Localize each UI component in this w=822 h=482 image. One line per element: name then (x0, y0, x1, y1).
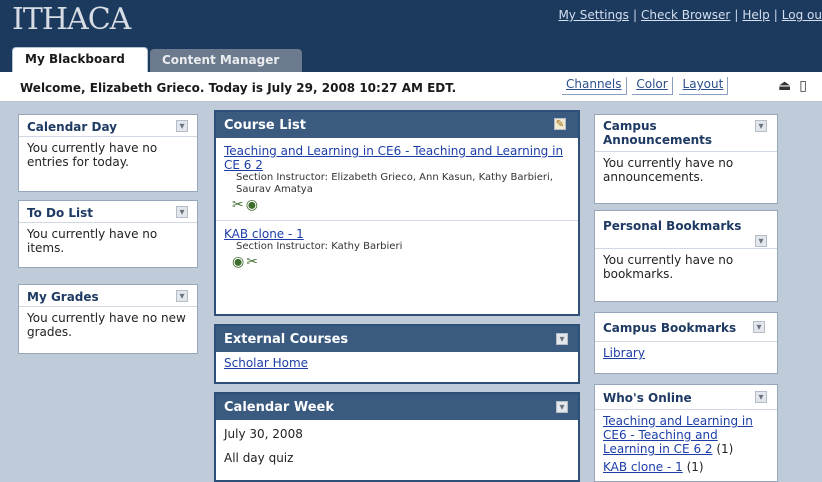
tools-icon[interactable]: ✂ (232, 197, 244, 213)
layout-link[interactable]: Layout (678, 77, 729, 95)
check-browser-link[interactable]: Check Browser (641, 8, 730, 22)
calendar-event: All day quiz (224, 451, 294, 465)
welcome-message: Welcome, Elizabeth Grieco. Today is July… (20, 81, 457, 95)
module-title: Campus Announcements (603, 119, 713, 147)
scholar-home-link[interactable]: Scholar Home (224, 356, 308, 370)
online-entry: KAB clone - 1 (1) (603, 460, 769, 474)
globe-icon[interactable]: ◉ (232, 254, 244, 270)
link-separator: | (773, 8, 778, 22)
module-title: Calendar Day (27, 120, 117, 134)
minimize-icon[interactable]: ▾ (755, 120, 767, 132)
course-tool-icons: ◉ ✂ (224, 255, 570, 269)
my-settings-link[interactable]: My Settings (558, 8, 629, 22)
online-course-link[interactable]: KAB clone - 1 (603, 460, 683, 474)
divider (216, 220, 578, 221)
globe-icon[interactable]: ◉ (246, 197, 258, 213)
minimize-icon[interactable]: ▾ (755, 235, 767, 247)
module-title: To Do List (27, 206, 94, 220)
module-title: Personal Bookmarks (603, 219, 742, 233)
module-title: External Courses (224, 332, 349, 347)
course-instructors: Section Instructor: Kathy Barbieri (236, 241, 403, 252)
minimize-icon[interactable]: ▾ (556, 401, 568, 413)
module-title: Calendar Week (224, 400, 335, 415)
course-list-body: Teaching and Learning in CE6 - Teaching … (216, 138, 578, 269)
notification-icon[interactable]: ⏏ (778, 78, 791, 94)
minimize-icon[interactable]: ▾ (176, 120, 188, 132)
tools-icon[interactable]: ✂ (246, 254, 258, 270)
module-body: Library (595, 342, 777, 360)
minimize-icon[interactable]: ▾ (556, 333, 568, 345)
channels-link[interactable]: Channels (562, 77, 627, 95)
whos-online-module: Who's Online ▾ Teaching and Learning in … (594, 384, 778, 482)
online-count: (1) (686, 460, 704, 474)
course-entry: Teaching and Learning in CE6 - Teaching … (224, 144, 570, 212)
calendar-date: July 30, 2008 (224, 427, 303, 441)
ithaca-logo: ITHACA (12, 2, 131, 37)
tab-content-manager[interactable]: Content Manager (150, 49, 302, 72)
module-title: Course List (224, 118, 306, 133)
logout-link[interactable]: Log ou (782, 8, 822, 22)
module-title: Who's Online (603, 391, 692, 405)
external-courses-module: External Courses ▾ Scholar Home (214, 324, 580, 384)
module-header: Who's Online ▾ (595, 385, 777, 410)
personal-bookmarks-module: Personal Bookmarks ▾ You currently have … (594, 210, 778, 302)
campus-announcements-module: Campus Announcements ▾ You currently hav… (594, 114, 778, 204)
module-header: Campus Bookmarks ▾ (595, 313, 777, 342)
minimize-icon[interactable]: ▾ (755, 391, 767, 403)
minimize-icon[interactable]: ▾ (176, 206, 188, 218)
module-title: My Grades (27, 290, 99, 304)
module-text: You currently have no items. (27, 227, 158, 255)
pencil-icon[interactable]: ✎ (554, 118, 566, 130)
course-instructors: Section Instructor: Elizabeth Grieco, An… (236, 172, 553, 195)
module-header: Campus Announcements ▾ (595, 115, 777, 152)
module-body: July 30, 2008 All day quiz (216, 420, 578, 470)
campus-bookmarks-module: Campus Bookmarks ▾ Library (594, 312, 778, 374)
course-list-module: Course List ✎ Teaching and Learning in C… (214, 110, 580, 316)
module-text: You currently have no bookmarks. (603, 253, 734, 281)
module-header: Calendar Day ▾ (19, 115, 197, 137)
module-text: You currently have no entries for today. (27, 141, 158, 169)
page-icon[interactable]: ▯ (799, 78, 807, 94)
top-links: My Settings | Check Browser | Help | Log ou (558, 8, 822, 22)
help-link[interactable]: Help (742, 8, 769, 22)
color-link[interactable]: Color (632, 77, 673, 95)
course-link[interactable]: Teaching and Learning in CE6 - Teaching … (224, 144, 563, 172)
link-separator: | (632, 8, 637, 22)
main-content: Calendar Day ▾ You currently have no ent… (0, 102, 822, 482)
blackboard-portal: ITHACA My Settings | Check Browser | Help | Lo… (0, 0, 822, 482)
calendar-week-module: Calendar Week ▾ July 30, 2008 All day qu… (214, 392, 580, 482)
header-bar: ITHACA My Settings | Check Browser | Help | Lo… (0, 0, 822, 72)
my-grades-module: My Grades ▾ You currently have no new gr… (18, 284, 198, 354)
module-toolbar: Channels Color Layout (562, 77, 730, 95)
tab-my-blackboard[interactable]: My Blackboard (12, 47, 148, 72)
course-tool-icons: ✂ ◉ (224, 198, 570, 212)
link-separator: | (734, 8, 739, 22)
module-header: Personal Bookmarks ▾ (595, 211, 777, 249)
module-text: You currently have no new grades. (27, 311, 186, 339)
module-header: Calendar Week ▾ (216, 394, 578, 420)
module-text: You currently have no announcements. (603, 156, 734, 184)
online-entry: Teaching and Learning in CE6 - Teaching … (603, 414, 769, 456)
module-body: Teaching and Learning in CE6 - Teaching … (595, 410, 777, 474)
library-link[interactable]: Library (603, 346, 645, 360)
module-header: External Courses ▾ (216, 326, 578, 352)
welcome-bar: Welcome, Elizabeth Grieco. Today is July… (0, 72, 822, 102)
module-header: Course List ✎ (216, 112, 578, 138)
course-entry: KAB clone - 1 Section Instructor: Kathy … (224, 227, 570, 269)
minimize-icon[interactable]: ▾ (753, 321, 765, 333)
module-header: To Do List ▾ (19, 201, 197, 223)
toolbar-icons: ⏏ ▯ (778, 78, 815, 94)
minimize-icon[interactable]: ▾ (176, 290, 188, 302)
online-count: (1) (716, 442, 734, 456)
module-title: Campus Bookmarks (603, 321, 737, 335)
calendar-day-module: Calendar Day ▾ You currently have no ent… (18, 114, 198, 192)
module-header: My Grades ▾ (19, 285, 197, 307)
module-body: Scholar Home (216, 352, 578, 370)
course-link[interactable]: KAB clone - 1 (224, 227, 304, 241)
todo-list-module: To Do List ▾ You currently have no items… (18, 200, 198, 268)
